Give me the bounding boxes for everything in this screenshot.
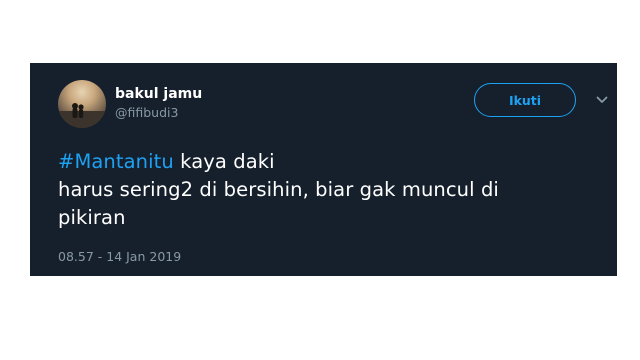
tweet-card: bakul jamu @fifibudi3 Ikuti #Mantanitu k… [30, 63, 617, 276]
avatar[interactable] [58, 80, 106, 128]
user-info: bakul jamu @fifibudi3 [115, 85, 202, 122]
tweet-line-1-text: kaya daki [173, 150, 275, 173]
tweet-text: #Mantanitu kaya daki harus sering2 di be… [58, 148, 603, 232]
tweet-timestamp[interactable]: 08.57 - 14 Jan 2019 [58, 249, 181, 265]
tweet-line-3: pikiran [58, 206, 126, 229]
tweet-line-1: #Mantanitu kaya daki [58, 148, 603, 176]
chevron-down-icon[interactable] [596, 95, 608, 105]
follow-button[interactable]: Ikuti [474, 83, 576, 117]
tweet-line-2: harus sering2 di bersihin, biar gak munc… [58, 178, 499, 201]
hashtag-link[interactable]: #Mantanitu [58, 150, 174, 173]
user-handle[interactable]: @fifibudi3 [115, 104, 202, 122]
avatar-image [58, 103, 106, 128]
display-name[interactable]: bakul jamu [115, 85, 202, 103]
